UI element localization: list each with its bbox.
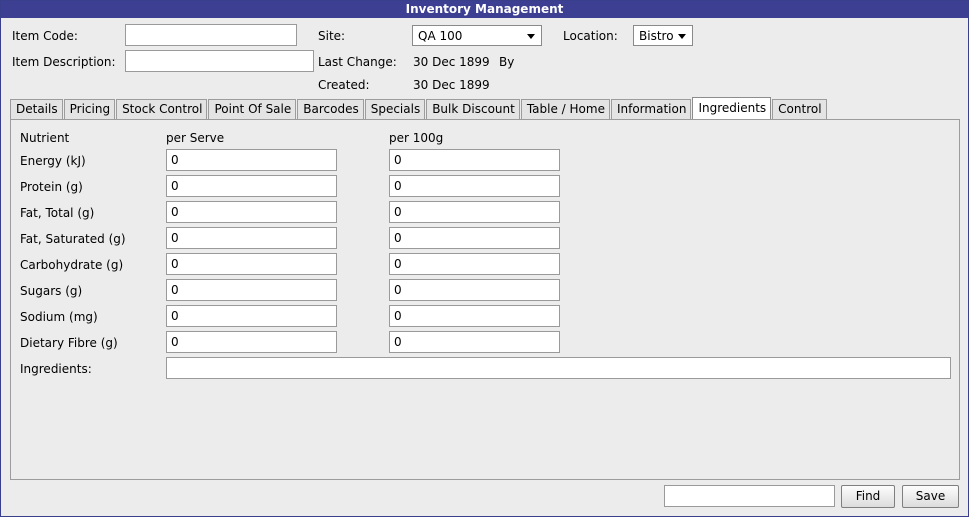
- nutrient-label: Fat, Total (g): [20, 206, 95, 220]
- tab-table-home[interactable]: Table / Home: [520, 99, 610, 119]
- nutrient-label: Carbohydrate (g): [20, 258, 124, 272]
- chevron-down-icon: [678, 34, 686, 39]
- per-serve-input[interactable]: 0: [166, 331, 337, 353]
- per-serve-input[interactable]: 0: [166, 201, 337, 223]
- nutrient-label: Sodium (mg): [20, 310, 98, 324]
- tab-ingredients[interactable]: Ingredients: [692, 97, 772, 119]
- location-label: Location:: [563, 29, 618, 43]
- created-label: Created:: [318, 78, 370, 92]
- item-code-label: Item Code:: [12, 29, 78, 43]
- tab-information[interactable]: Information: [610, 99, 692, 119]
- per-serve-input[interactable]: 0: [166, 279, 337, 301]
- tab-point-of-sale[interactable]: Point Of Sale: [208, 99, 297, 119]
- tab-details[interactable]: Details: [10, 99, 63, 119]
- per-100g-input[interactable]: 0: [389, 305, 560, 327]
- nutrient-column-header: Nutrient: [20, 131, 70, 145]
- ingredients-input[interactable]: [166, 357, 951, 379]
- tab-barcodes[interactable]: Barcodes: [297, 99, 364, 119]
- tab-specials[interactable]: Specials: [364, 99, 426, 119]
- window-title: Inventory Management: [1, 1, 968, 18]
- tab-bar: Details Pricing Stock Control Point Of S…: [10, 97, 828, 119]
- item-description-input[interactable]: [125, 50, 314, 72]
- tab-pricing[interactable]: Pricing: [63, 99, 116, 119]
- per-100g-input[interactable]: 0: [389, 201, 560, 223]
- by-label: By: [499, 55, 515, 69]
- site-select[interactable]: QA 100: [412, 25, 542, 46]
- nutrient-label: Energy (kJ): [20, 154, 86, 168]
- ingredients-label: Ingredients:: [20, 362, 92, 376]
- tab-bulk-discount[interactable]: Bulk Discount: [426, 99, 520, 119]
- last-change-value: 30 Dec 1899: [413, 55, 490, 69]
- per-100g-column-header: per 100g: [389, 131, 444, 145]
- location-select-value: Bistro: [639, 29, 674, 43]
- created-value: 30 Dec 1899: [413, 78, 490, 92]
- nutrient-label: Fat, Saturated (g): [20, 232, 126, 246]
- save-button[interactable]: Save: [902, 485, 959, 508]
- chevron-down-icon: [527, 34, 535, 39]
- site-label: Site:: [318, 29, 346, 43]
- nutrient-label: Sugars (g): [20, 284, 83, 298]
- per-100g-input[interactable]: 0: [389, 175, 560, 197]
- tab-control[interactable]: Control: [772, 99, 827, 119]
- find-button[interactable]: Find: [841, 485, 895, 508]
- tab-stock-control[interactable]: Stock Control: [116, 99, 208, 119]
- per-serve-input[interactable]: 0: [166, 305, 337, 327]
- per-serve-input[interactable]: 0: [166, 149, 337, 171]
- per-serve-input[interactable]: 0: [166, 253, 337, 275]
- per-100g-input[interactable]: 0: [389, 253, 560, 275]
- inventory-window: Inventory Management Item Code: Item Des…: [0, 0, 969, 517]
- item-code-input[interactable]: [125, 24, 297, 46]
- nutrient-label: Protein (g): [20, 180, 83, 194]
- search-input[interactable]: [664, 485, 835, 507]
- per-serve-input[interactable]: 0: [166, 227, 337, 249]
- item-description-label: Item Description:: [12, 55, 116, 69]
- last-change-label: Last Change:: [318, 55, 397, 69]
- per-100g-input[interactable]: 0: [389, 279, 560, 301]
- per-serve-input[interactable]: 0: [166, 175, 337, 197]
- per-100g-input[interactable]: 0: [389, 227, 560, 249]
- site-select-value: QA 100: [418, 29, 463, 43]
- location-select[interactable]: Bistro: [633, 25, 693, 46]
- per-100g-input[interactable]: 0: [389, 149, 560, 171]
- per-serve-column-header: per Serve: [166, 131, 225, 145]
- per-100g-input[interactable]: 0: [389, 331, 560, 353]
- nutrient-label: Dietary Fibre (g): [20, 336, 118, 350]
